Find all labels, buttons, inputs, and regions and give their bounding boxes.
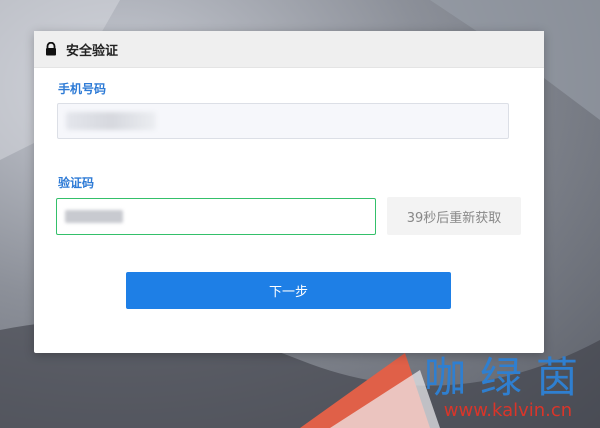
masked-code-value xyxy=(65,210,123,223)
dialog-header: 安全验证 xyxy=(34,31,544,68)
watermark-url: www.kalvin.cn xyxy=(443,400,573,421)
phone-label: 手机号码 xyxy=(58,82,107,96)
security-verification-dialog: 安全验证 手机号码 验证码 39秒后重新获取 下一步 xyxy=(34,31,544,353)
dialog-title: 安全验证 xyxy=(66,43,119,59)
phone-number-field[interactable] xyxy=(57,103,509,139)
resend-code-button[interactable]: 39秒后重新获取 xyxy=(387,197,521,235)
verification-code-input[interactable] xyxy=(56,198,376,235)
code-label: 验证码 xyxy=(58,176,95,190)
lock-icon xyxy=(46,42,56,56)
site-watermark: 咖绿茵 www.kalvin.cn xyxy=(424,356,592,422)
next-step-button[interactable]: 下一步 xyxy=(126,272,451,309)
masked-phone-number xyxy=(66,112,156,130)
watermark-text: 咖绿茵 xyxy=(423,353,592,402)
